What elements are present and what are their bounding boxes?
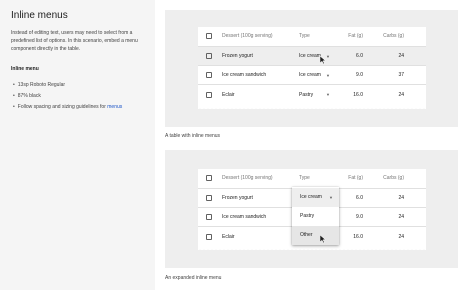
spec-item: Follow spacing and sizing guidelines for…	[11, 102, 123, 113]
header-type[interactable]: Type	[299, 169, 310, 188]
cell-dessert: Eclair	[222, 92, 235, 98]
type-dropdown-menu: Ice cream ▼ Pastry Other	[292, 187, 339, 245]
cell-dessert: Eclair	[222, 234, 235, 240]
guideline-sidebar: Inline menus Instead of editing text, us…	[0, 0, 155, 290]
row-checkbox[interactable]	[206, 72, 212, 78]
arrow-drop-down-icon[interactable]: ▼	[329, 188, 333, 207]
subheading: Inline menu	[11, 66, 39, 72]
select-all-checkbox[interactable]	[206, 33, 212, 39]
menu-option-label: Pastry	[300, 213, 315, 219]
menus-link[interactable]: menus	[107, 104, 122, 110]
header-fat[interactable]: Fat (g)	[338, 169, 363, 188]
spec-item-text: 87% black	[17, 93, 41, 99]
description-text: Instead of editing text, users may need …	[11, 30, 138, 53]
menu-option-ice-cream[interactable]: Ice cream ▼	[292, 188, 339, 207]
cell-fat: 16.0	[353, 234, 363, 240]
cell-carbs: 37	[398, 72, 404, 78]
cell-carbs: 24	[398, 234, 404, 240]
spec-item: 87% black	[11, 91, 122, 102]
spec-item: 13sp Roboto Regular	[11, 80, 122, 91]
cell-fat: 9.0	[356, 214, 363, 220]
table-header: Dessert (100g serving) Type Fat (g) Carb…	[198, 169, 426, 188]
menu-option-pastry[interactable]: Pastry	[292, 207, 339, 226]
cell-dessert: Ice cream sandwich	[222, 72, 267, 78]
row-checkbox[interactable]	[206, 92, 212, 98]
menu-option-label: Other	[300, 232, 313, 238]
select-all-checkbox[interactable]	[206, 175, 212, 181]
header-dessert[interactable]: Dessert (100g serving)	[222, 27, 273, 46]
type-menu[interactable]: Ice cream	[299, 47, 321, 66]
cell-fat: 16.0	[353, 92, 363, 98]
table-row[interactable]: Frozen yogurt Ice cream ▼ 6.0 24	[198, 46, 426, 66]
cell-dessert: Frozen yogurt	[222, 53, 253, 59]
table-row[interactable]: Ice cream sandwich Ice cream ▼ 9.0 37	[198, 65, 426, 85]
example-caption-2: An expanded inline menu	[165, 275, 222, 281]
cell-fat: 6.0	[356, 53, 363, 59]
cell-fat: 9.0	[356, 72, 363, 78]
header-dessert[interactable]: Dessert (100g serving)	[222, 169, 273, 188]
cell-dessert: Ice cream sandwich	[222, 214, 267, 220]
row-checkbox[interactable]	[206, 214, 212, 220]
pointer-cursor-icon	[320, 56, 326, 64]
header-fat[interactable]: Fat (g)	[338, 27, 363, 46]
arrow-drop-down-icon[interactable]: ▼	[326, 85, 330, 105]
page-title: Inline menus	[11, 10, 68, 21]
cell-carbs: 24	[398, 92, 404, 98]
header-carbs[interactable]: Carbs (g)	[378, 27, 404, 46]
row-checkbox[interactable]	[206, 195, 212, 201]
torn-edge	[198, 246, 426, 250]
arrow-drop-down-icon[interactable]: ▼	[326, 47, 330, 66]
row-checkbox[interactable]	[206, 234, 212, 240]
spec-item-text: 13sp Roboto Regular	[17, 82, 66, 88]
header-type[interactable]: Type	[299, 27, 310, 46]
spec-item-text: Follow spacing and sizing guidelines for	[17, 104, 106, 110]
cell-fat: 6.0	[356, 195, 363, 201]
cell-dessert: Frozen yogurt	[222, 195, 253, 201]
pointer-cursor-icon	[320, 235, 326, 243]
type-menu[interactable]: Ice cream	[299, 66, 321, 85]
cell-carbs: 24	[398, 53, 404, 59]
menu-option-label: Ice cream	[300, 194, 322, 200]
cell-carbs: 24	[398, 214, 404, 220]
row-checkbox[interactable]	[206, 53, 212, 59]
type-menu[interactable]: Pastry	[299, 85, 313, 105]
cell-carbs: 24	[398, 195, 404, 201]
arrow-drop-down-icon[interactable]: ▼	[326, 66, 330, 85]
example-caption-1: A table with inline menus	[165, 133, 221, 139]
menu-option-other[interactable]: Other	[292, 226, 339, 245]
header-carbs[interactable]: Carbs (g)	[378, 169, 404, 188]
table-row[interactable]: Eclair Pastry ▼ 16.0 24	[198, 84, 426, 105]
spec-list: 13sp Roboto Regular 87% black Follow spa…	[11, 80, 123, 113]
table-header: Dessert (100g serving) Type Fat (g) Carb…	[198, 27, 426, 46]
data-table-1: Dessert (100g serving) Type Fat (g) Carb…	[198, 27, 426, 109]
torn-edge	[198, 105, 426, 109]
